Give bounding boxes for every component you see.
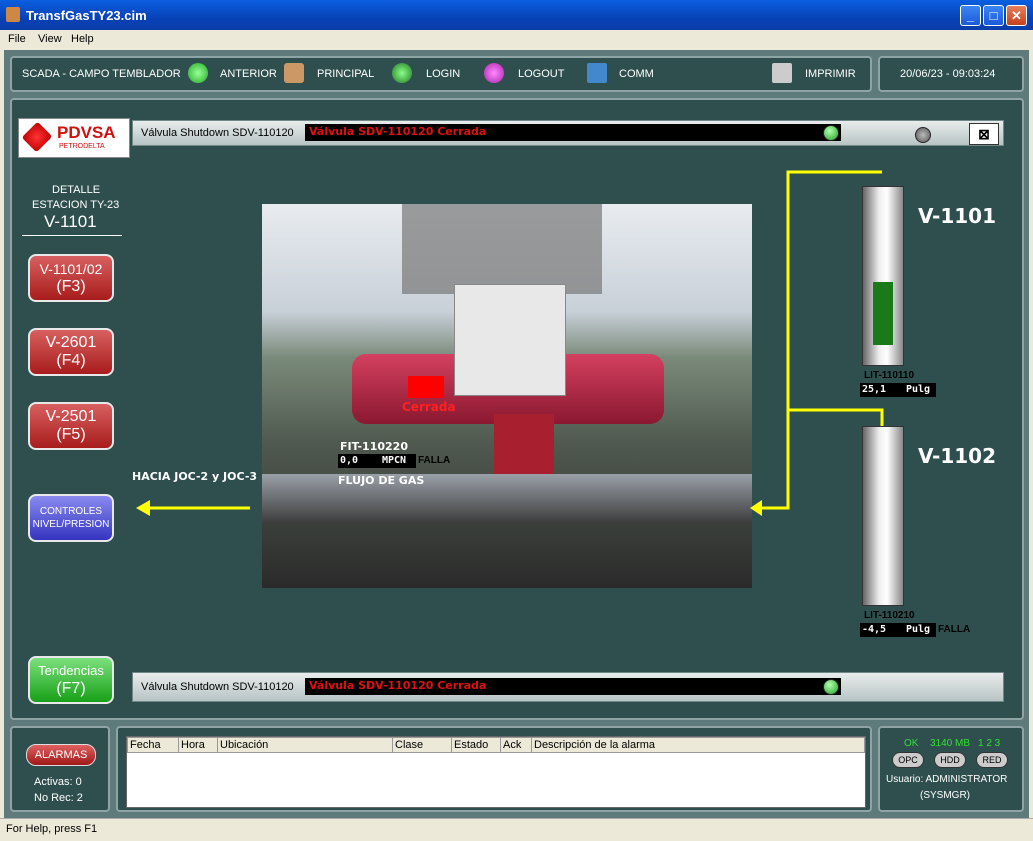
inlet-arrow-icon (750, 500, 762, 516)
home-button[interactable]: PRINCIPAL (317, 68, 374, 80)
system-panel: OK 3140 MB 1 2 3 OPC HDD RED Usuario: AD… (878, 726, 1024, 812)
alarm-panel: ALARMAS Activas: 0 No Rec: 2 (10, 726, 110, 812)
datetime-panel: 20/06/23 - 09:03:24 (878, 56, 1024, 92)
col-ack[interactable]: Ack (500, 737, 532, 753)
alarm-table-header: Fecha Hora Ubicación Clase Estado Ack De… (127, 737, 865, 753)
col-ubicacion[interactable]: Ubicación (217, 737, 393, 753)
tank-v1102-fault: FALLA (938, 624, 971, 635)
alarm-unack: No Rec: 2 (34, 792, 83, 804)
valve-footer-label: Válvula Shutdown SDV-110120 (141, 681, 294, 693)
valve-footer-bar: Válvula Shutdown SDV-110120 Válvula SDV-… (132, 672, 1004, 702)
col-estado[interactable]: Estado (451, 737, 501, 753)
tank-v1101-tag: LIT-110110 (864, 370, 915, 381)
logout-button[interactable]: LOGOUT (518, 68, 564, 80)
tank-v1102-name: V-1102 (918, 444, 996, 468)
tank-v1101[interactable] (862, 186, 904, 366)
valve-footer-led (823, 679, 839, 695)
col-fecha[interactable]: Fecha (127, 737, 179, 753)
tank-v1102[interactable] (862, 426, 904, 606)
menu-help[interactable]: Help (71, 33, 94, 45)
alarm-list-panel: Fecha Hora Ubicación Clase Estado Ack De… (116, 726, 872, 812)
printer-icon[interactable] (772, 63, 792, 83)
menu-view[interactable]: View (38, 33, 62, 45)
opc-button[interactable]: OPC (892, 752, 924, 768)
status-bar: For Help, press F1 (0, 818, 1033, 841)
system-memory: 3140 MB (930, 738, 971, 749)
window-title: TransfGasTY23.cim (26, 8, 147, 23)
status-text: For Help, press F1 (6, 823, 98, 835)
system-user: Usuario: ADMINISTRATOR (886, 774, 1008, 785)
tank-v1101-value-box: 25,1 Pulg (860, 383, 936, 397)
tank-v1101-unit: Pulg (906, 384, 931, 395)
system-ok: OK (904, 738, 919, 749)
nav-panel: SCADA - CAMPO TEMBLADOR ANTERIOR PRINCIP… (10, 56, 872, 92)
outlet-label: HACIA JOC-2 y JOC-3 (132, 470, 258, 483)
col-hora[interactable]: Hora (178, 737, 218, 753)
main-panel: PDVSA PETRODELTA DETALLE ESTACION TY-23 … (10, 98, 1024, 720)
app-icon (6, 7, 20, 22)
menu-bar: File View Help (0, 30, 1033, 50)
maximize-button[interactable]: □ (983, 5, 1004, 26)
close-button[interactable]: ✕ (1006, 5, 1027, 26)
system-group: (SYSMGR) (920, 790, 970, 801)
home-icon[interactable] (284, 63, 304, 83)
back-arrow-icon[interactable] (188, 63, 208, 83)
tank-v1102-unit: Pulg (906, 624, 931, 635)
tank-v1101-level (873, 282, 893, 345)
valve-footer-status-text: Válvula SDV-110120 Cerrada (309, 679, 487, 692)
login-button[interactable]: LOGIN (426, 68, 460, 80)
hdd-button[interactable]: HDD (934, 752, 966, 768)
alarm-active: Activas: 0 (34, 776, 82, 788)
datetime: 20/06/23 - 09:03:24 (900, 68, 996, 80)
print-button[interactable]: IMPRIMIR (805, 68, 856, 80)
tank-v1101-name: V-1101 (918, 204, 996, 228)
station-name: SCADA - CAMPO TEMBLADOR (22, 68, 181, 80)
menu-file[interactable]: File (8, 33, 26, 45)
valve-footer-status: Válvula SDV-110120 Cerrada (305, 678, 841, 695)
network-icon[interactable] (587, 63, 607, 83)
back-button[interactable]: ANTERIOR (220, 68, 277, 80)
tank-v1101-value: 25,1 (862, 384, 887, 395)
col-clase[interactable]: Clase (392, 737, 452, 753)
tank-v1102-value: -4,5 (862, 624, 887, 635)
red-button[interactable]: RED (976, 752, 1008, 768)
tank-v1102-tag: LIT-110210 (864, 610, 915, 621)
tank-v1102-value-box: -4,5 Pulg (860, 623, 936, 637)
scada-app: SCADA - CAMPO TEMBLADOR ANTERIOR PRINCIP… (4, 50, 1029, 818)
alarm-table[interactable]: Fecha Hora Ubicación Clase Estado Ack De… (126, 736, 866, 808)
comm-button[interactable]: COMM (619, 68, 654, 80)
logout-users-icon[interactable] (484, 63, 504, 83)
system-nums: 1 2 3 (978, 738, 1001, 749)
alarm-button[interactable]: ALARMAS (26, 744, 96, 766)
outlet-arrow-icon (136, 500, 150, 516)
minimize-button[interactable]: _ (960, 5, 981, 26)
alarm-table-grid: Fecha Hora Ubicación Clase Estado Ack De… (127, 737, 865, 753)
login-users-icon[interactable] (392, 63, 412, 83)
window-titlebar: TransfGasTY23.cim _ □ ✕ (0, 0, 1033, 30)
col-descripcion[interactable]: Descripción de la alarma (531, 737, 865, 753)
